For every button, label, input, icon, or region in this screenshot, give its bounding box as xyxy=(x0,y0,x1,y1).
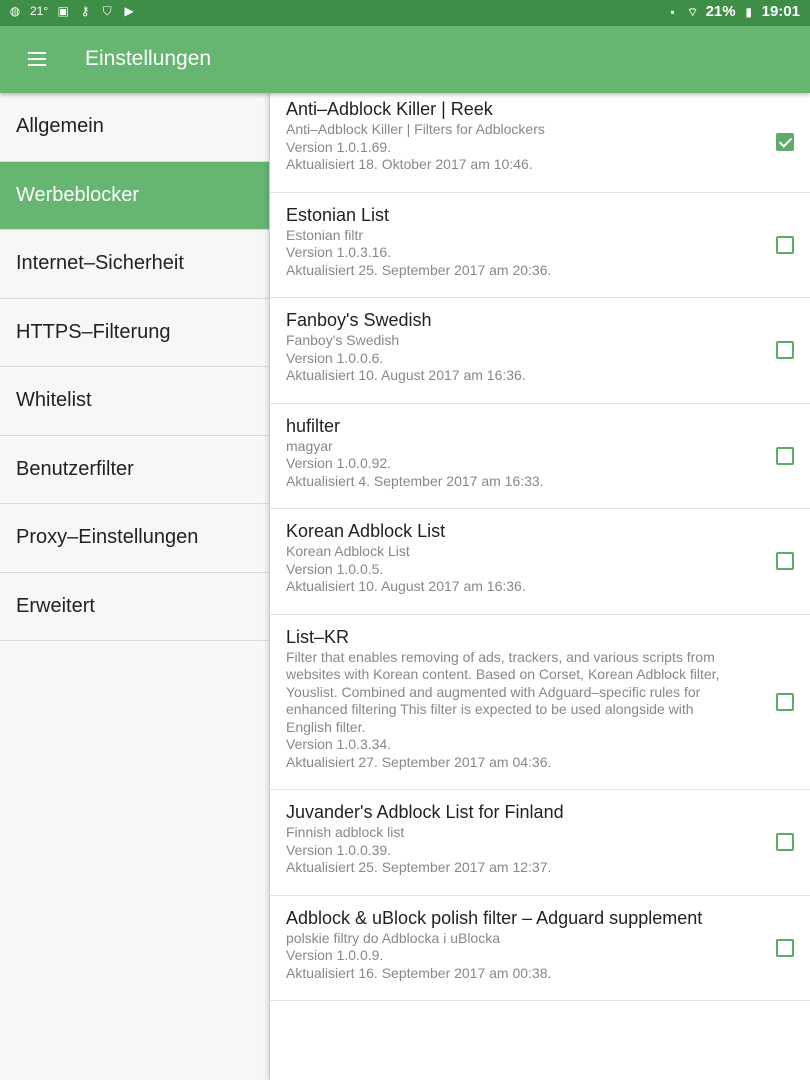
wifi-icon: ⌔ xyxy=(686,4,699,19)
play-store-icon: ▶ xyxy=(124,4,134,18)
filter-version: Version 1.0.0.39. xyxy=(286,841,392,858)
battery-percent: 21% xyxy=(705,3,736,20)
filter-list-item[interactable]: Adblock & uBlock polish filter – Adguard… xyxy=(270,896,810,1001)
filter-checkbox[interactable] xyxy=(776,235,794,254)
filter-checkbox[interactable] xyxy=(776,133,794,152)
filter-description: Finnish adblock list xyxy=(286,824,405,840)
filter-name: hufilter xyxy=(286,415,341,436)
sidebar-item-label: HTTPS–Filterung xyxy=(16,320,171,343)
sidebar-item-allgemein[interactable]: Allgemein xyxy=(0,93,269,162)
filter-checkbox[interactable] xyxy=(776,938,794,957)
filter-description: Anti–Adblock Killer | Filters for Adbloc… xyxy=(286,121,545,137)
filter-checkbox[interactable] xyxy=(776,552,794,571)
sidebar-item-label: Erweitert xyxy=(16,594,95,617)
filter-description: Fanboy's Swedish xyxy=(286,332,400,348)
filter-version: Version 1.0.3.16. xyxy=(286,244,392,260)
page-title: Einstellungen xyxy=(85,47,212,70)
key-icon: ⚷ xyxy=(80,4,90,18)
filter-name: Juvander's Adblock List for Finland xyxy=(286,802,564,822)
filter-name: Korean Adblock List xyxy=(286,521,446,541)
temperature: 21° xyxy=(30,4,49,18)
clock: 19:01 xyxy=(761,3,800,20)
sidebar-item-werbeblocker[interactable]: Werbeblocker xyxy=(0,161,269,230)
sidebar-item-label: Allgemein xyxy=(16,115,104,138)
image-icon: ▣ xyxy=(57,4,69,18)
filter-version: Version 1.0.0.9. xyxy=(286,947,384,963)
filter-description: magyar xyxy=(286,437,333,454)
filter-name: Adblock & uBlock polish filter – Adguard… xyxy=(286,907,703,928)
filter-list-item[interactable]: Fanboy's Swedish Fanboy's Swedish Version … xyxy=(270,298,810,404)
sidebar-item-proxy-einstellungen[interactable]: Proxy–Einstellungen xyxy=(0,504,269,573)
filter-description: Korean Adblock List xyxy=(286,543,410,559)
sidebar-item-https-filterung[interactable]: HTTPS–Filterung xyxy=(0,299,269,367)
filter-list-item[interactable]: hufilter magyar Version 1.0.0.92. Aktualisi… xyxy=(270,404,810,509)
filter-list: Anti–Adblock Killer | Reek Anti–Adblock K… xyxy=(270,93,810,1080)
sidebar-item-internet-sicherheit[interactable]: Internet–Sicherheit xyxy=(0,230,269,299)
filter-updated: Aktualisiert 10. August 2017 am 16:36. xyxy=(286,578,526,594)
filter-version: Version 1.0.0.6. xyxy=(286,349,384,366)
filter-checkbox[interactable] xyxy=(776,692,794,711)
status-bar: ◍ 21° ▣ ⚷ ⛉ ▶ ▪ ⌔ 21% ▮ 19:01 xyxy=(0,0,810,26)
filter-updated: Aktualisiert 18. Oktober 2017 am 10:46. xyxy=(286,156,533,172)
lock-icon: ▪ xyxy=(670,4,675,19)
filter-updated: Aktualisiert 10. August 2017 am 16:36. xyxy=(286,367,526,383)
filter-name: Fanboy's Swedish xyxy=(286,310,432,330)
sidebar-item-whitelist[interactable]: Whitelist xyxy=(0,367,269,436)
filter-name: Anti–Adblock Killer | Reek xyxy=(286,99,493,119)
sidebar-item-label: Whitelist xyxy=(16,389,92,412)
filter-description: Estonian filtr xyxy=(286,226,364,243)
sidebar-item-label: Werbeblocker xyxy=(16,183,140,206)
app-bar: Einstellungen xyxy=(0,26,810,93)
shield-icon: ⛉ xyxy=(102,4,112,18)
filter-name: List–KR xyxy=(286,626,350,647)
status-bar-right: ▪ ⌔ 21% ▮ 19:01 xyxy=(666,3,800,20)
status-bar-left: ◍ 21° ▣ ⚷ ⛉ ▶ xyxy=(8,4,136,18)
sidebar-item-label: Proxy–Einstellungen xyxy=(16,526,199,549)
filter-version: Version 1.0.0.5. xyxy=(286,560,384,577)
filter-list-item[interactable]: Korean Adblock List Korean Adblock List Ve… xyxy=(270,509,810,615)
filter-updated: Aktualisiert 27. September 2017 am 04:36… xyxy=(286,753,552,770)
filter-checkbox[interactable] xyxy=(776,833,794,852)
sidebar-item-erweitert[interactable]: Erweitert xyxy=(0,573,269,641)
filter-updated: Aktualisiert 4. September 2017 am 16:33. xyxy=(286,472,544,489)
sidebar-item-benutzerfilter[interactable]: Benutzerfilter xyxy=(0,436,269,504)
sidebar-item-label: Benutzerfilter xyxy=(16,457,134,480)
filter-version: Version 1.0.1.69. xyxy=(286,138,392,155)
filter-description: polskie filtry do Adblocka i uBlocka xyxy=(286,929,500,946)
sidebar-item-label: Internet–Sicherheit xyxy=(16,252,184,275)
filter-list-item[interactable]: List–KR Filter that enables removing of a… xyxy=(270,615,810,790)
filter-checkbox[interactable] xyxy=(776,341,794,360)
filter-updated: Aktualisiert 25. September 2017 am 12:37… xyxy=(286,859,552,875)
filter-name: Estonian List xyxy=(286,204,390,225)
filter-list-item[interactable]: Estonian List Estonian filtr Version 1.0.3… xyxy=(270,193,810,298)
settings-sidebar: Allgemein Werbeblocker Internet–Sicherheit… xyxy=(0,93,270,1080)
filter-version: Version 1.0.3.34. xyxy=(286,736,392,752)
filter-version: Version 1.0.0.92. xyxy=(286,455,392,471)
filter-checkbox[interactable] xyxy=(776,446,794,465)
weather-icon: ◍ xyxy=(9,4,21,18)
battery-icon: ▮ xyxy=(745,4,752,19)
filter-updated: Aktualisiert 16. September 2017 am 00:38… xyxy=(286,964,552,981)
filter-updated: Aktualisiert 25. September 2017 am 20:36… xyxy=(286,261,552,278)
filter-description: Filter that enables removing of ads, tra… xyxy=(286,648,720,735)
filter-list-item[interactable]: Anti–Adblock Killer | Reek Anti–Adblock K… xyxy=(270,93,810,193)
menu-icon[interactable] xyxy=(26,49,50,69)
filter-list-item[interactable]: Juvander's Adblock List for Finland Finni… xyxy=(270,790,810,896)
